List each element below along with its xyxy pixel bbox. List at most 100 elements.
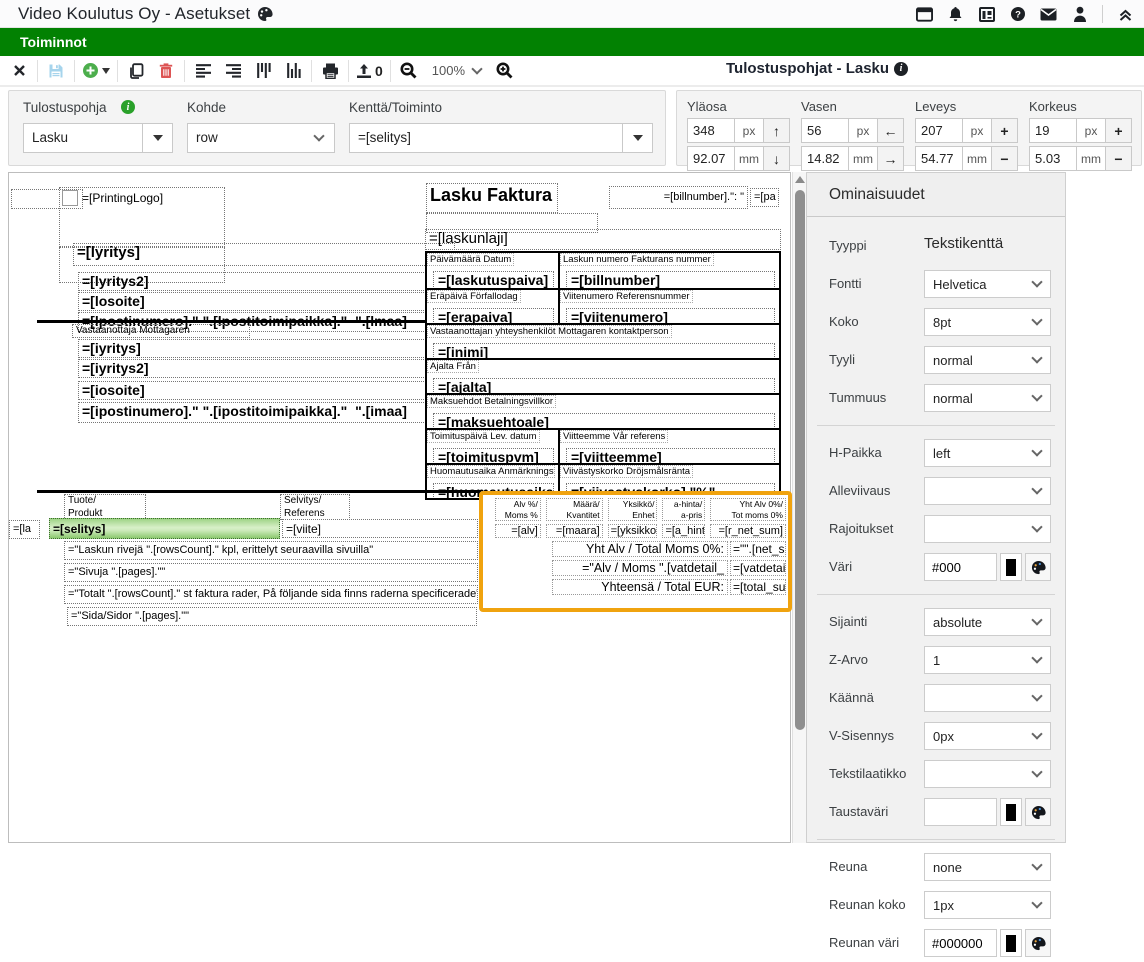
info-cell-label[interactable]: Viitenumero Referensnummer <box>560 290 693 303</box>
canvas-recipient-postal[interactable]: =[ipostinumero]." ".[ipostitoimipaikka].… <box>78 402 452 423</box>
scrollbar-thumb[interactable] <box>795 190 805 730</box>
info-cell-value[interactable]: =[viitenumero] <box>566 308 775 323</box>
align-left-button[interactable] <box>188 58 218 84</box>
info-cell-label[interactable]: Huomautusaika Anmärkningstid <box>427 465 555 478</box>
user-icon[interactable] <box>1071 6 1088 23</box>
size-select[interactable]: 8pt <box>924 308 1051 336</box>
move-left-button[interactable]: ← <box>878 118 904 143</box>
canvas-printing-logo[interactable]: =[PrintingLogo] <box>59 187 225 247</box>
sum-total-value[interactable]: ="".[net_sum <box>730 541 786 557</box>
info-cell-label[interactable]: Viivästyskorko Dröjsmålsränta <box>560 465 693 478</box>
height-decrease-button[interactable]: − <box>1106 146 1132 171</box>
font-select[interactable]: Helvetica <box>924 270 1051 298</box>
rotate-select[interactable] <box>924 684 1051 712</box>
align-bottom-button[interactable] <box>278 58 308 84</box>
news-icon[interactable] <box>978 6 995 23</box>
top-px-input[interactable] <box>687 118 735 143</box>
border-size-select[interactable]: 1px <box>924 891 1051 919</box>
info-cell-value[interactable]: =[toimituspvm] <box>433 448 554 463</box>
move-right-button[interactable]: → <box>878 146 904 171</box>
collapse-icon[interactable] <box>1117 6 1134 23</box>
info-cell-value[interactable]: =[ajalta] <box>433 378 775 393</box>
canvas-row-clip[interactable]: =[la <box>9 520 40 539</box>
sum-col-value[interactable]: =[maara] <box>546 524 603 538</box>
info-cell-value[interactable]: =[viitteemme] <box>566 448 775 463</box>
info-cell-value[interactable]: =[billnumber] <box>566 271 775 288</box>
canvas-invoice-info-table[interactable]: Päivämäärä Datum =[laskutuspaiva] Laskun… <box>425 251 781 500</box>
print-button[interactable] <box>315 58 345 84</box>
info-cell-label[interactable]: Ajalta Från <box>427 360 479 373</box>
copy-button[interactable] <box>121 58 151 84</box>
bgcolor-swatch-button[interactable] <box>1000 798 1022 826</box>
color-input[interactable] <box>924 553 997 581</box>
scrollbar-up-arrow[interactable] <box>795 176 805 183</box>
menu-toiminnot[interactable]: Toiminnot <box>20 34 87 50</box>
mail-icon[interactable] <box>1040 6 1057 23</box>
sum-col-value[interactable]: =[a_hinta] <box>662 524 705 538</box>
window-icon[interactable] <box>916 6 933 23</box>
canvas-reference-header[interactable]: Selvitys/ Referens <box>280 494 350 520</box>
field-select[interactable]: =[selitys] <box>349 123 653 153</box>
left-mm-input[interactable] <box>801 146 849 171</box>
canvas-recipient-company[interactable]: =[iyritys] <box>78 339 452 358</box>
canvas-product-header[interactable]: Tuote/ Produkt <box>64 494 146 520</box>
canvas-recipient-address[interactable]: =[iosoite] <box>78 381 452 400</box>
width-mm-input[interactable] <box>915 146 963 171</box>
sum-col-value[interactable]: =[alv] <box>495 524 541 538</box>
canvas-reference-field[interactable]: =[viite] <box>282 519 478 538</box>
sum-col-header[interactable]: Yksikkö/ Enhet <box>608 498 658 521</box>
template-select-caret[interactable] <box>142 124 172 152</box>
canvas-sum-highlight-box[interactable]: Alv %/ Moms % Määrä/ Kvantitet Yksikkö/ … <box>479 491 792 612</box>
bgcolor-palette-button[interactable] <box>1025 798 1051 826</box>
zoom-out-button[interactable] <box>394 58 424 84</box>
style-select[interactable]: normal <box>924 346 1051 374</box>
canvas-scrollbar[interactable] <box>792 172 806 843</box>
width-px-input[interactable] <box>915 118 963 143</box>
target-select[interactable]: row <box>187 123 335 153</box>
canvas-bill-header[interactable]: =[billnumber].": " <box>609 186 748 209</box>
canvas-sender-address[interactable]: =[losoite] <box>78 292 452 311</box>
canvas-sender-company[interactable]: =[lyritys] <box>73 243 455 266</box>
notifications-bell-icon[interactable] <box>947 6 964 23</box>
underline-select[interactable] <box>924 477 1051 505</box>
canvas-note-row[interactable]: ="Totalt ".[rowsCount]." st faktura rade… <box>64 585 478 604</box>
template-canvas[interactable]: =[PrintingLogo] =[lyritys] =[lyritys2] =… <box>8 172 791 843</box>
sum-total-label[interactable]: Yhteensä / Total EUR: <box>552 579 728 595</box>
height-increase-button[interactable]: + <box>1106 118 1132 143</box>
canvas-recipient-label[interactable]: Vastaanottaja Mottagaren <box>72 324 250 338</box>
info-cell-label[interactable]: Maksuehdot Betalningsvillkor <box>427 395 556 408</box>
info-cell-label[interactable]: Vastaanottajan yhteyshenkilöt Mottagaren… <box>427 325 672 338</box>
close-button[interactable] <box>4 58 34 84</box>
border-color-swatch-button[interactable] <box>1000 929 1022 957</box>
sum-col-value[interactable]: =[yksikko] <box>608 524 658 538</box>
info-cell-label[interactable]: Toimituspäivä Lev. datum <box>427 430 540 443</box>
bgcolor-input[interactable] <box>924 798 997 826</box>
info-cell-label[interactable]: Viitteemme Vår referens <box>560 430 668 443</box>
info-cell-label[interactable]: Eräpäivä Förfallodag <box>427 290 521 303</box>
move-down-button[interactable]: ↓ <box>764 146 790 171</box>
position-select[interactable]: absolute <box>924 608 1051 636</box>
info-cell-label[interactable]: Laskun numero Fakturans nummer <box>560 253 714 266</box>
canvas-doc-title[interactable]: Lasku Faktura <box>426 183 558 213</box>
sum-col-header[interactable]: a-hinta/ a-pris <box>662 498 705 521</box>
zoom-in-button[interactable] <box>489 58 519 84</box>
save-button[interactable] <box>41 58 71 84</box>
upload-button[interactable]: 0 <box>352 58 387 84</box>
border-color-input[interactable] <box>924 929 997 957</box>
align-right-button[interactable] <box>218 58 248 84</box>
width-increase-button[interactable]: + <box>992 118 1018 143</box>
textbox-select[interactable] <box>924 760 1051 788</box>
zindex-select[interactable]: 1 <box>924 646 1051 674</box>
template-info-icon[interactable]: i <box>121 100 135 114</box>
border-color-palette-button[interactable] <box>1025 929 1051 957</box>
height-px-input[interactable] <box>1029 118 1077 143</box>
left-px-input[interactable] <box>801 118 849 143</box>
color-swatch-button[interactable] <box>1000 553 1022 581</box>
info-cell-label[interactable]: Päivämäärä Datum <box>427 253 514 266</box>
canvas-note-row[interactable]: ="Laskun rivejä ".[rowsCount]." kpl, eri… <box>64 541 478 560</box>
canvas-note-row[interactable]: ="Sida/Sidor ".[pages]."" <box>67 607 477 626</box>
sum-col-header[interactable]: Yht Alv 0%/ Tot moms 0% <box>710 498 786 521</box>
info-cell-value[interactable]: =[inimi] <box>433 343 775 358</box>
border-select[interactable]: none <box>924 853 1051 881</box>
template-select[interactable]: Lasku <box>23 123 173 153</box>
